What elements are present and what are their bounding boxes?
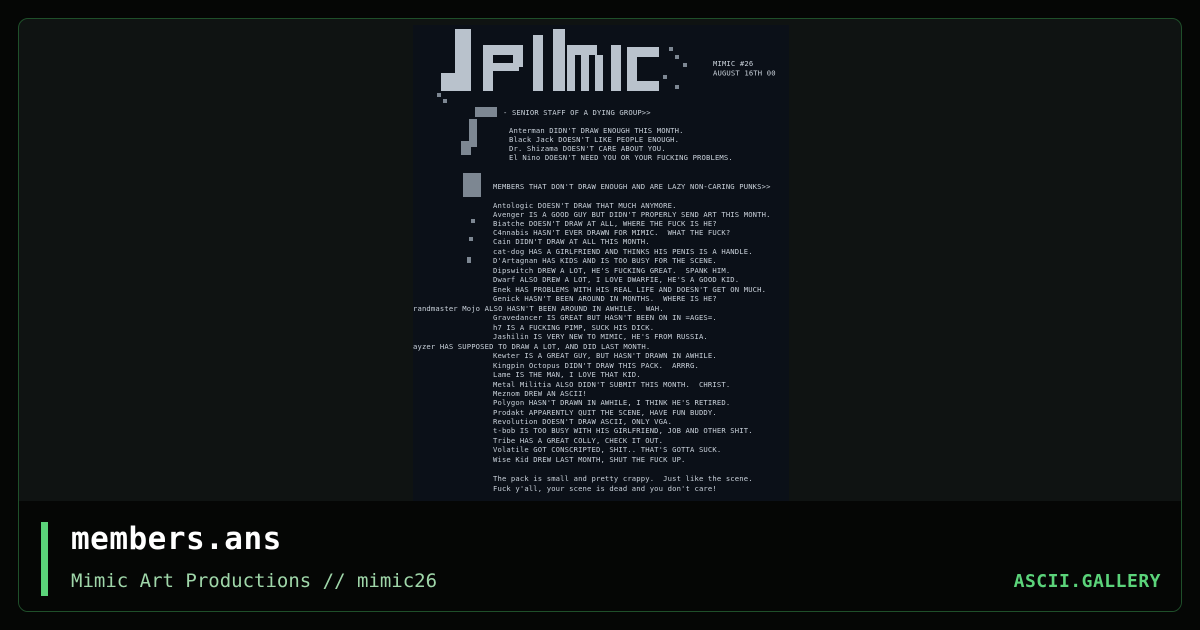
- ansi-text-lines: - SENIOR STAFF OF A DYING GROUP>> Anterma…: [413, 108, 771, 493]
- ansi-line: D'Artagnan HAS KIDS AND IS TOO BUSY FOR …: [493, 256, 717, 265]
- ansi-line: Genick HASN'T BEEN AROUND IN MONTHS. WHE…: [493, 294, 717, 303]
- ansi-line: t-bob IS TOO BUSY WITH HIS GIRLFRIEND, J…: [493, 426, 753, 435]
- ansi-line: Metal Militia ALSO DIDN'T SUBMIT THIS MO…: [493, 380, 730, 389]
- ansi-line: The pack is small and pretty crappy. Jus…: [493, 474, 753, 483]
- ansi-line: Biatche DOESN'T DRAW AT ALL, WHERE THE F…: [493, 219, 717, 228]
- ansi-line: Dipswitch DREW A LOT, HE'S FUCKING GREAT…: [493, 266, 730, 275]
- issue-header: MIMIC #26AUGUST 16TH 00: [713, 59, 776, 78]
- ansi-line: Volatile GOT CONSCRIPTED, SHIT.. THAT'S …: [493, 445, 721, 454]
- ansi-line: Fuck y'all, your scene is dead and you d…: [493, 484, 717, 493]
- ansi-line: Anterman DIDN'T DRAW ENOUGH THIS MONTH.: [509, 126, 684, 135]
- ansi-line: Polygon HASN'T DRAWN IN AWHILE, I THINK …: [493, 398, 730, 407]
- ansi-line: Kingpin Octopus DIDN'T DRAW THIS PACK. A…: [493, 361, 699, 370]
- ansi-line: El Nino DOESN'T NEED YOU OR YOUR FUCKING…: [509, 153, 733, 162]
- ansi-artwork: MIMIC #26AUGUST 16TH 00 - SENIOR STAFF O…: [413, 29, 776, 493]
- footer-bar: members.ans Mimic Art Productions // mim…: [19, 501, 1181, 611]
- ansi-line: MEMBERS THAT DON'T DRAW ENOUGH AND ARE L…: [493, 182, 771, 191]
- ansi-line: randmaster Mojo ALSO HASN'T BEEN AROUND …: [413, 304, 664, 313]
- ansi-line: Wise Kid DREW LAST MONTH, SHUT THE FUCK …: [493, 455, 686, 464]
- ansi-line: Antologic DOESN'T DRAW THAT MUCH ANYMORE…: [493, 201, 677, 210]
- ansi-line: Black Jack DOESN'T LIKE PEOPLE ENOUGH.: [509, 135, 679, 144]
- ansi-line: Cain DIDN'T DRAW AT ALL THIS MONTH.: [493, 237, 650, 246]
- artwork-preview[interactable]: MIMIC #26 AUGUST 16TH 00 - SENIOR STAFF O…: [413, 25, 789, 501]
- ansi-line: cat-dog HAS A GIRLFRIEND AND THINKS HIS …: [493, 247, 753, 256]
- ansi-line: Avenger IS A GOOD GUY BUT DIDN'T PROPERL…: [493, 210, 771, 219]
- ansi-line: Gravedancer IS GREAT BUT HASN'T BEEN ON …: [493, 313, 717, 322]
- ansi-line: Lame IS THE MAN, I LOVE THAT KID.: [493, 370, 641, 379]
- issue-header-line: MIMIC #26: [713, 59, 753, 68]
- ansi-line: Dr. Shizama DOESN'T CARE ABOUT YOU.: [509, 144, 666, 153]
- ansi-line: Kewter IS A GREAT GUY, BUT HASN'T DRAWN …: [493, 351, 717, 360]
- ansi-line: C4nnabis HASN'T EVER DRAWN FOR MIMIC. WH…: [493, 228, 730, 237]
- ansi-line: Enek HAS PROBLEMS WITH HIS REAL LIFE AND…: [493, 285, 766, 294]
- issue-header-line: AUGUST 16TH 00: [713, 69, 776, 78]
- file-title: members.ans: [71, 521, 282, 557]
- ansi-line: Dwarf ALSO DREW A LOT, I LOVE DWARFIE, H…: [493, 275, 739, 284]
- ansi-line: Tribe HAS A GREAT COLLY, CHECK IT OUT.: [493, 436, 663, 445]
- ansi-line: h7 IS A FUCKING PIMP, SUCK HIS DICK.: [493, 323, 654, 332]
- site-brand-link[interactable]: ASCII.GALLERY: [1014, 571, 1161, 592]
- ansi-line: ayzer HAS SUPPOSED TO DRAW A LOT, AND DI…: [413, 342, 650, 351]
- ansi-line: Jashilin IS VERY NEW TO MIMIC, HE'S FROM…: [493, 332, 708, 341]
- ansi-line: Revolution DOESN'T DRAW ASCII, ONLY VGA.: [493, 417, 672, 426]
- ansi-line: - SENIOR STAFF OF A DYING GROUP>>: [503, 108, 651, 117]
- share-card: MIMIC #26 AUGUST 16TH 00 - SENIOR STAFF O…: [18, 18, 1182, 612]
- ansi-line: Prodakt APPARENTLY QUIT THE SCENE, HAVE …: [493, 408, 717, 417]
- ansi-line: Meznom DREW AN ASCII!: [493, 389, 587, 398]
- group-subtitle: Mimic Art Productions // mimic26: [71, 570, 438, 592]
- accent-bar: [41, 522, 48, 596]
